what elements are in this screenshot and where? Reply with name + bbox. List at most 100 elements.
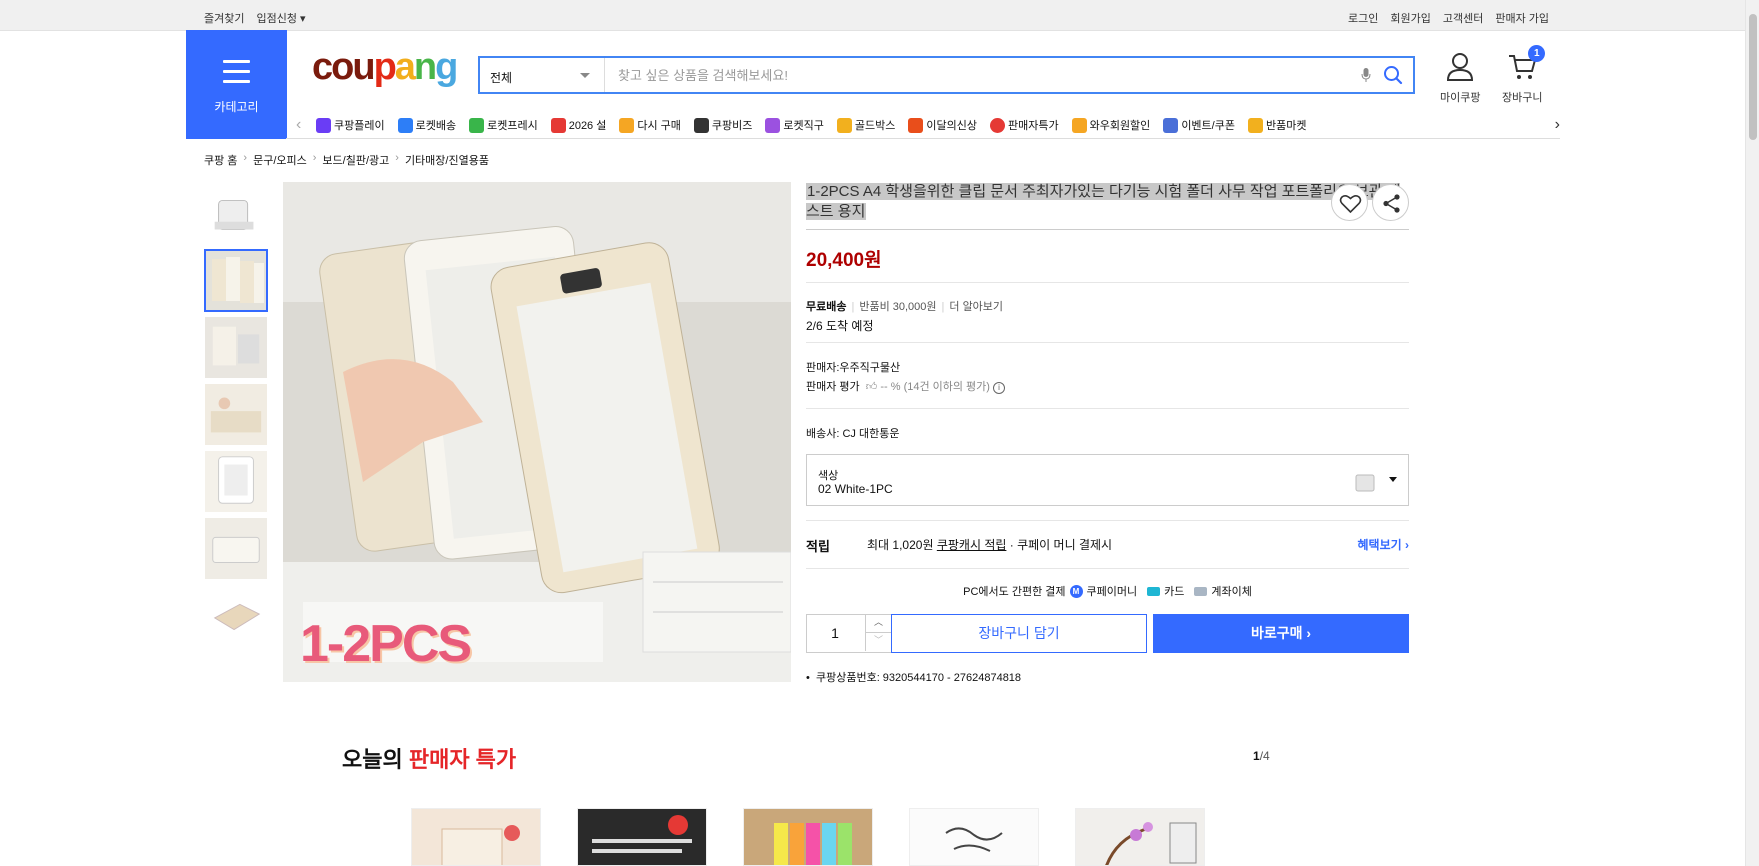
thumbnail[interactable]: [204, 316, 268, 379]
thumbnail[interactable]: [204, 450, 268, 513]
coupon-icon: [1163, 117, 1179, 133]
divider: [806, 408, 1409, 409]
search-icon[interactable]: [1383, 65, 1403, 85]
wishlist-button[interactable]: [1331, 184, 1368, 221]
add-to-cart-button[interactable]: 장바구니 담기: [891, 614, 1147, 653]
logo-part: n: [413, 46, 437, 88]
card-icon: [1147, 586, 1161, 596]
nav-item-events-coupons[interactable]: 이벤트/쿠폰: [1163, 117, 1235, 133]
share-icon: [1383, 194, 1400, 213]
option-thumbnail: [1350, 463, 1380, 499]
signup-link[interactable]: 회원가입: [1390, 10, 1430, 26]
coupay-money-icon: M: [1069, 584, 1083, 598]
buy-now-label: 바로구매: [1250, 625, 1303, 641]
nav-label: 이달의신상: [926, 120, 977, 132]
pager-current: 1: [1253, 749, 1260, 763]
seller-apply-link[interactable]: 입점신청 ▾: [256, 10, 305, 26]
caret-down-icon: [580, 73, 590, 78]
login-link[interactable]: 로그인: [1348, 10, 1378, 26]
cart-label: 장바구니: [1502, 92, 1543, 104]
page-scrollbar[interactable]: [1745, 0, 1759, 866]
deal-card[interactable]: [909, 808, 1039, 866]
nav-item-gold-box[interactable]: 골드박스: [836, 117, 895, 133]
home-icon: [619, 117, 635, 133]
deal-card[interactable]: [411, 808, 541, 866]
nav-item-return-market[interactable]: 반품마켓: [1247, 117, 1306, 133]
bookmark-link[interactable]: 즐겨찾기: [204, 10, 244, 26]
search-category-select[interactable]: 전체: [480, 58, 605, 92]
market-icon: [1247, 117, 1263, 133]
breadcrumb-item[interactable]: 보드/칠판/광고: [322, 152, 389, 168]
payment-option: 쿠페이머니: [1086, 586, 1138, 598]
deal-card[interactable]: [743, 808, 873, 866]
nav-item-buy-again[interactable]: 다시 구매: [619, 117, 681, 133]
info-icon[interactable]: i: [993, 382, 1006, 394]
pager-total: /4: [1259, 749, 1270, 763]
rocket-fresh-icon: [469, 117, 485, 133]
microphone-icon[interactable]: [1361, 68, 1371, 82]
cart-button[interactable]: 1 장바구니: [1502, 45, 1546, 105]
customer-center-link[interactable]: 고객센터: [1443, 10, 1483, 26]
payment-options: PC에서도 간편한 결제 M 쿠페이머니 카드 계좌이체: [806, 583, 1409, 599]
heart-icon: [1339, 195, 1362, 214]
nav-item-rocket-global[interactable]: 로켓직구: [765, 117, 824, 133]
search-bar: 전체: [478, 56, 1415, 94]
benefits-link[interactable]: 혜택보기 ›: [1357, 536, 1409, 553]
option-select[interactable]: 색상 02 White-1PC: [806, 454, 1409, 506]
nav-item-wow-discount[interactable]: 와우회원할인: [1071, 117, 1150, 133]
category-label: 카테고리: [214, 100, 259, 114]
thumbnail[interactable]: [204, 182, 268, 245]
nav-next-arrow-icon[interactable]: ›: [1555, 116, 1560, 134]
seller-signup-link[interactable]: 판매자 가입: [1495, 10, 1549, 26]
search-input[interactable]: [606, 58, 1346, 92]
thumbnail[interactable]: [204, 383, 268, 446]
deal-card[interactable]: [1075, 808, 1205, 866]
scrollbar-thumb[interactable]: [1749, 14, 1757, 140]
divider: [806, 520, 1409, 521]
nav-label: 쿠팡플레이: [334, 120, 385, 132]
nav-item-coupang-play[interactable]: 쿠팡플레이: [316, 117, 385, 133]
gift-icon: [550, 117, 566, 133]
nav-prev-arrow-icon[interactable]: ‹: [296, 116, 301, 134]
nav-label: 로켓직구: [783, 120, 824, 132]
nav-label: 이벤트/쿠폰: [1181, 120, 1235, 132]
image-overlay-text: 1-2PCS: [300, 615, 472, 673]
breadcrumb-item[interactable]: 기타매장/진열용품: [405, 152, 489, 168]
nav-item-new-arrivals[interactable]: 이달의신상: [908, 117, 977, 133]
divider: [806, 282, 1409, 283]
seller-rating: 판매자 평가 👍︎ -- % (14건 이하의 평가) i: [806, 378, 1006, 394]
my-coupang-button[interactable]: 마이쿠팡: [1440, 52, 1480, 105]
coupang-cash-link[interactable]: 쿠팡캐시 적립: [937, 538, 1007, 552]
search-category-value: 전체: [490, 71, 513, 85]
category-button[interactable]: 카테고리: [186, 30, 287, 139]
buy-now-button[interactable]: 바로구매 ›: [1153, 614, 1409, 653]
nav-item-lunar-new-year[interactable]: 2026 설: [550, 117, 606, 133]
nav-item-rocket-delivery[interactable]: 로켓배송: [397, 117, 457, 133]
user-icon: [1447, 53, 1474, 81]
nav-label: 로켓배송: [415, 120, 457, 132]
breadcrumb-item[interactable]: 쿠팡 홈: [204, 152, 237, 168]
nav-item-seller-deals[interactable]: 판매자특가: [989, 117, 1059, 133]
quantity-input[interactable]: 1: [807, 615, 863, 652]
seller-name[interactable]: 판매자:우주직구물산: [806, 359, 900, 375]
coupang-logo[interactable]: coupang: [312, 46, 458, 88]
rocket-icon: [397, 117, 413, 133]
nav-item-rocket-fresh[interactable]: 로켓프레시: [469, 117, 538, 133]
quantity-up-icon[interactable]: ︿: [865, 615, 891, 633]
gold-box-icon: [836, 117, 852, 133]
chevron-right-icon: ›: [395, 152, 399, 164]
my-coupang-label: 마이쿠팡: [1440, 92, 1481, 104]
nav-label: 다시 구매: [637, 120, 681, 132]
logo-part: cou: [312, 46, 376, 88]
product-main-image[interactable]: 1-2PCS: [283, 182, 791, 682]
deal-card[interactable]: [577, 808, 707, 866]
quantity-down-icon[interactable]: ﹀: [865, 633, 891, 651]
nav-item-coupang-biz[interactable]: 쿠팡비즈: [693, 117, 752, 133]
payment-option: 계좌이체: [1211, 586, 1252, 598]
learn-more-link[interactable]: 더 알아보기: [949, 301, 1003, 313]
breadcrumb-item[interactable]: 문구/오피스: [253, 152, 307, 168]
share-button[interactable]: [1372, 184, 1409, 221]
thumbnail[interactable]: [204, 584, 268, 647]
thumbnail-selected[interactable]: [204, 249, 268, 312]
thumbnail[interactable]: [204, 517, 268, 580]
